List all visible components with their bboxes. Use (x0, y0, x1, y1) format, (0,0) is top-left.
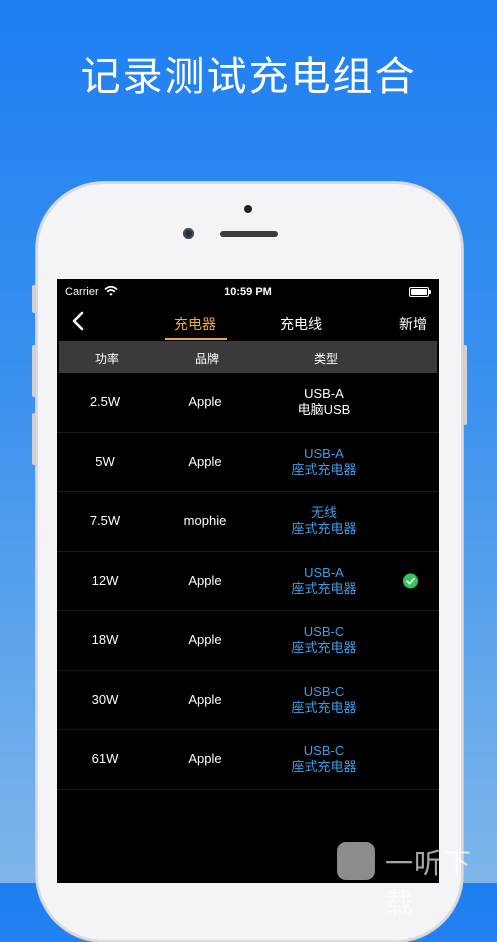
row-power: 30W (91, 691, 119, 707)
row-brand: mophie (183, 513, 227, 529)
table-row[interactable]: 12W Apple USB-A 座式充电器 (57, 552, 439, 611)
row-type-line1: USB-A (304, 445, 344, 461)
header-power: 功率 (94, 352, 119, 366)
row-brand: Apple (188, 691, 222, 707)
row-type: USB-C 座式充电器 (271, 684, 377, 716)
row-type-line1: USB-A (304, 564, 344, 580)
watermark: 一听下载 (335, 838, 497, 920)
row-type-line2: 电脑USB (297, 402, 351, 418)
nav-bar: 充电器 充电线 新增 (57, 305, 439, 341)
row-brand: Apple (188, 751, 222, 767)
table-row[interactable]: 5W Apple USB-A 座式充电器 (57, 433, 439, 492)
row-power: 18W (91, 632, 119, 648)
row-type: USB-C 座式充电器 (271, 624, 377, 656)
row-type-line2: 座式充电器 (291, 640, 357, 656)
row-power: 2.5W (89, 394, 121, 410)
row-power: 12W (91, 572, 119, 588)
app-screen: Carrier 10:59 PM 充电器 充电线 新增 功率 品牌 类型 2.5… (57, 279, 439, 883)
row-brand: Apple (188, 394, 222, 410)
watermark-logo-icon (337, 842, 375, 880)
phone-silent-switch (32, 285, 36, 313)
status-time: 10:59 PM (224, 286, 272, 298)
row-brand: Apple (188, 632, 222, 648)
row-type: USB-C 座式充电器 (271, 743, 377, 775)
table-row[interactable]: 7.5W mophie 无线 座式充电器 (57, 492, 439, 552)
row-type: USB-A 电脑USB (271, 386, 377, 418)
battery-icon (409, 287, 431, 297)
table-row[interactable]: 18W Apple USB-C 座式充电器 (57, 611, 439, 671)
chevron-left-icon[interactable] (69, 311, 89, 331)
row-brand: Apple (188, 453, 222, 469)
earpiece-speaker (220, 231, 278, 237)
row-type-line1: USB-C (303, 624, 345, 640)
table-row[interactable]: 2.5W Apple USB-A 电脑USB (57, 373, 439, 433)
row-power: 61W (91, 751, 119, 767)
status-bar: Carrier 10:59 PM (57, 279, 439, 305)
row-type-line2: 座式充电器 (291, 699, 357, 715)
active-tab-indicator (165, 338, 227, 340)
tab-cables[interactable]: 充电线 (280, 314, 322, 334)
header-brand: 品牌 (194, 352, 219, 366)
tab-chargers[interactable]: 充电器 (174, 314, 216, 334)
row-type-line2: 座式充电器 (291, 461, 357, 477)
table-row[interactable]: 30W Apple USB-C 座式充电器 (57, 671, 439, 730)
row-type: USB-A 座式充电器 (271, 446, 377, 478)
header-type: 类型 (313, 352, 338, 366)
watermark-text: 一听下载 (385, 847, 473, 920)
row-type: 无线 座式充电器 (271, 505, 377, 537)
row-type-line2: 座式充电器 (291, 521, 357, 537)
row-type-line1: USB-C (303, 683, 345, 699)
front-camera (183, 228, 194, 239)
checkmark-circle-icon (403, 573, 418, 589)
row-brand: Apple (188, 572, 222, 588)
row-type-line2: 座式充电器 (291, 580, 357, 596)
phone-volume-up-button (32, 345, 36, 397)
row-power: 7.5W (89, 513, 121, 529)
charger-list: 2.5W Apple USB-A 电脑USB 5W Apple USB-A 座式充电器 7.5W… (57, 373, 439, 790)
row-type-line1: USB-C (303, 743, 345, 759)
row-type-line2: 座式充电器 (291, 759, 357, 775)
row-power: 5W (95, 453, 115, 469)
table-row[interactable]: 61W Apple USB-C 座式充电器 (57, 730, 439, 790)
add-button[interactable]: 新增 (399, 314, 427, 334)
phone-power-button (463, 345, 467, 425)
proximity-sensor (244, 205, 252, 213)
row-type-line1: 无线 (310, 505, 337, 521)
row-type-line1: USB-A (304, 386, 344, 402)
table-header: 功率 品牌 类型 (59, 341, 437, 373)
promo-headline: 记录测试充电组合 (80, 54, 417, 100)
row-type: USB-A 座式充电器 (271, 565, 377, 597)
phone-volume-down-button (32, 413, 36, 465)
